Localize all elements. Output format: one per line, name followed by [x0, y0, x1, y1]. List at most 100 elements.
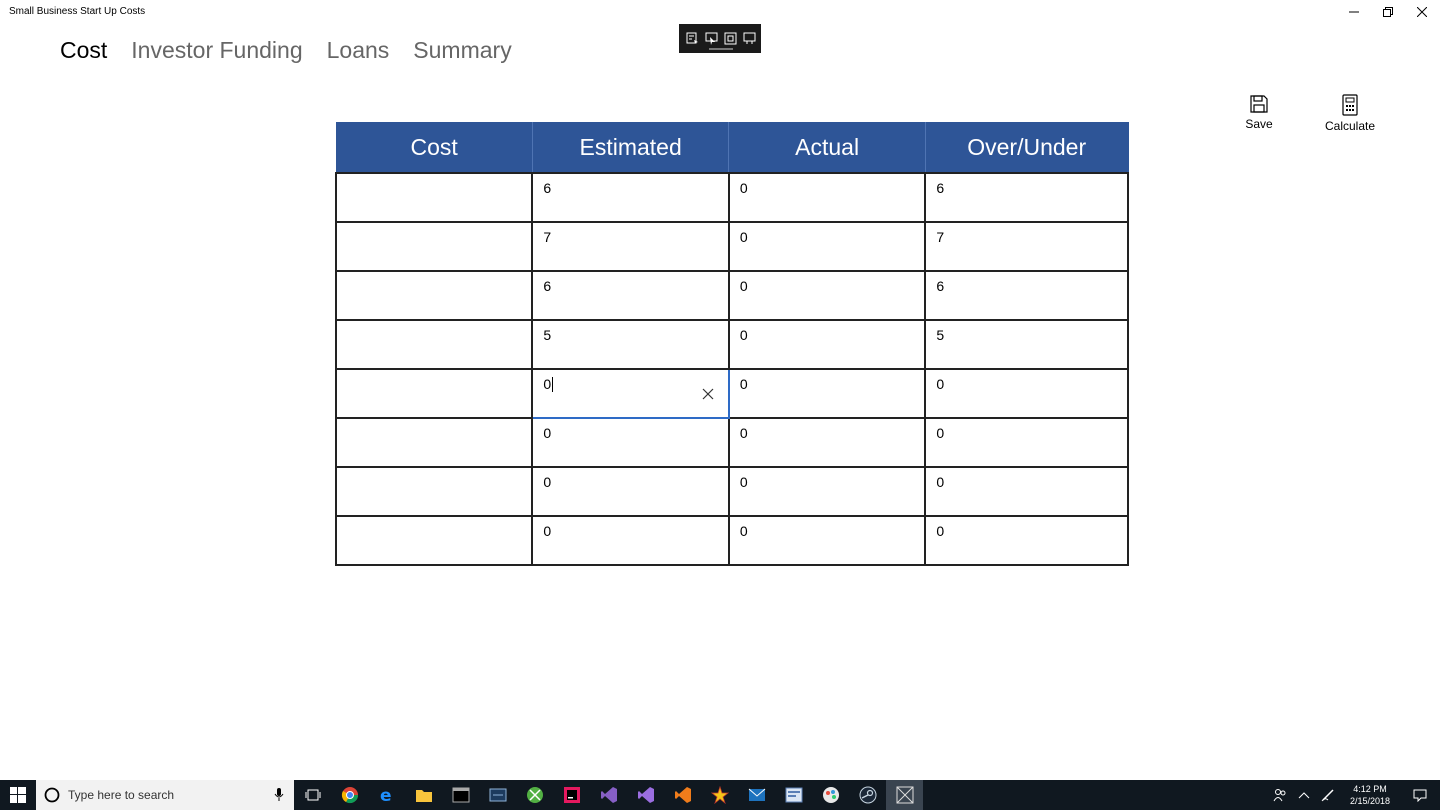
- save-button[interactable]: Save: [1229, 94, 1289, 131]
- track-focus-button[interactable]: [740, 29, 759, 49]
- display-layout-adorners-button[interactable]: [721, 29, 740, 49]
- layout-adorners-icon: [724, 32, 737, 45]
- microphone-icon[interactable]: [274, 788, 284, 802]
- actual-cell[interactable]: 0: [727, 171, 927, 223]
- pen-button[interactable]: [1316, 780, 1340, 810]
- cost-cell[interactable]: [334, 220, 534, 272]
- toolbar-grip[interactable]: [709, 48, 733, 50]
- blend-taskbar-button[interactable]: [664, 780, 701, 810]
- over-under-cell: 0: [924, 367, 1129, 419]
- actual-cell[interactable]: 0: [727, 465, 927, 517]
- save-icon: [1250, 95, 1268, 113]
- visual-studio-2-taskbar-button[interactable]: [627, 780, 664, 810]
- cost-cell[interactable]: [334, 269, 534, 321]
- restore-button[interactable]: [1371, 0, 1405, 24]
- action-center-button[interactable]: [1400, 780, 1440, 810]
- svg-text:e: e: [380, 786, 392, 804]
- estimated-cell[interactable]: 7: [531, 220, 730, 272]
- header-over-under: Over/Under: [924, 122, 1129, 173]
- visual-studio-icon: [600, 787, 617, 803]
- actual-cell[interactable]: 0: [727, 318, 927, 370]
- actual-cell[interactable]: 0: [727, 269, 927, 321]
- file-explorer-taskbar-button[interactable]: [405, 780, 442, 810]
- cost-cell[interactable]: [334, 318, 534, 370]
- clock[interactable]: 4:12 PM 2/15/2018: [1340, 783, 1400, 807]
- tab-investor-funding[interactable]: Investor Funding: [131, 34, 302, 66]
- pivot-tabs: Cost Investor Funding Loans Summary: [60, 34, 536, 66]
- cost-cell[interactable]: [334, 416, 534, 468]
- database-app-icon: [489, 788, 506, 802]
- actual-cell[interactable]: 0: [727, 220, 927, 272]
- terminal-icon: [452, 787, 469, 803]
- current-app-taskbar-button[interactable]: [886, 780, 923, 810]
- clear-icon[interactable]: [702, 388, 714, 400]
- debug-toolbar: [679, 24, 761, 53]
- header-estimated: Estimated: [531, 122, 730, 173]
- estimated-cell[interactable]: 6: [531, 269, 730, 321]
- header-cost: Cost: [335, 122, 533, 173]
- command-prompt-taskbar-button[interactable]: [442, 780, 479, 810]
- taskbar-search-box[interactable]: Type here to search: [36, 780, 294, 810]
- blend-icon: [674, 787, 691, 803]
- estimated-cell[interactable]: 0: [531, 465, 730, 517]
- cost-cell[interactable]: [334, 465, 534, 517]
- star-icon: [710, 786, 729, 804]
- mysql-taskbar-button[interactable]: [479, 780, 516, 810]
- intellij-icon: [563, 787, 580, 803]
- app-placeholder-icon: [896, 786, 913, 804]
- table-row: 6 0 6: [334, 269, 1129, 321]
- minimize-icon: [1349, 11, 1359, 13]
- table-row: 7 0 7: [334, 220, 1129, 272]
- paint-taskbar-button[interactable]: [812, 780, 849, 810]
- app-window-taskbar-button[interactable]: [775, 780, 812, 810]
- edge-taskbar-button[interactable]: e: [368, 780, 405, 810]
- estimated-cell[interactable]: 0: [531, 514, 730, 566]
- calculate-label: Calculate: [1324, 119, 1376, 133]
- task-view-button[interactable]: [294, 780, 331, 810]
- calculate-button[interactable]: Calculate: [1320, 94, 1380, 133]
- actual-cell[interactable]: 0: [727, 416, 927, 468]
- pen-icon: [1321, 789, 1334, 802]
- star-app-taskbar-button[interactable]: [701, 780, 738, 810]
- actual-cell[interactable]: 0: [727, 514, 927, 566]
- select-element-icon: [705, 32, 718, 45]
- title-bar: Small Business Start Up Costs: [0, 0, 1440, 24]
- tab-cost[interactable]: Cost: [60, 34, 107, 66]
- tab-loans[interactable]: Loans: [327, 34, 390, 66]
- go-to-live-tree-button[interactable]: [683, 29, 702, 49]
- steam-icon: [859, 786, 876, 804]
- visual-studio-taskbar-button[interactable]: [590, 780, 627, 810]
- select-element-button[interactable]: [702, 29, 721, 49]
- tab-summary[interactable]: Summary: [413, 34, 511, 66]
- cost-cell[interactable]: [334, 367, 534, 419]
- cost-cell[interactable]: [334, 171, 534, 223]
- start-button[interactable]: [0, 780, 36, 810]
- intellij-taskbar-button[interactable]: [553, 780, 590, 810]
- windows-logo-icon: [10, 787, 26, 803]
- xbox-taskbar-button[interactable]: [516, 780, 553, 810]
- window-app-icon: [785, 787, 802, 803]
- estimated-cell[interactable]: 6: [531, 171, 730, 223]
- close-icon: [1417, 7, 1427, 17]
- paint-icon: [822, 787, 839, 803]
- estimated-cell[interactable]: 0: [531, 416, 730, 468]
- estimated-cell-focused[interactable]: 0: [531, 367, 730, 419]
- cortana-icon: [44, 787, 60, 803]
- over-under-cell: 0: [924, 416, 1129, 468]
- restore-icon: [1383, 7, 1393, 17]
- chrome-taskbar-button[interactable]: [331, 780, 368, 810]
- over-under-cell: 7: [924, 220, 1129, 272]
- people-button[interactable]: [1268, 780, 1292, 810]
- clock-date: 2/15/2018: [1349, 796, 1391, 806]
- actual-cell[interactable]: 0: [727, 367, 927, 419]
- estimated-cell[interactable]: 5: [531, 318, 730, 370]
- chevron-up-icon: [1298, 792, 1310, 799]
- steam-taskbar-button[interactable]: [849, 780, 886, 810]
- close-button[interactable]: [1405, 0, 1439, 24]
- minimize-button[interactable]: [1337, 0, 1371, 24]
- cost-cell[interactable]: [334, 514, 534, 566]
- calculator-icon: [1342, 94, 1358, 116]
- app-window: Small Business Start Up Costs Cost Inves…: [0, 0, 1440, 780]
- show-hidden-icons-button[interactable]: [1292, 780, 1316, 810]
- mail-taskbar-button[interactable]: [738, 780, 775, 810]
